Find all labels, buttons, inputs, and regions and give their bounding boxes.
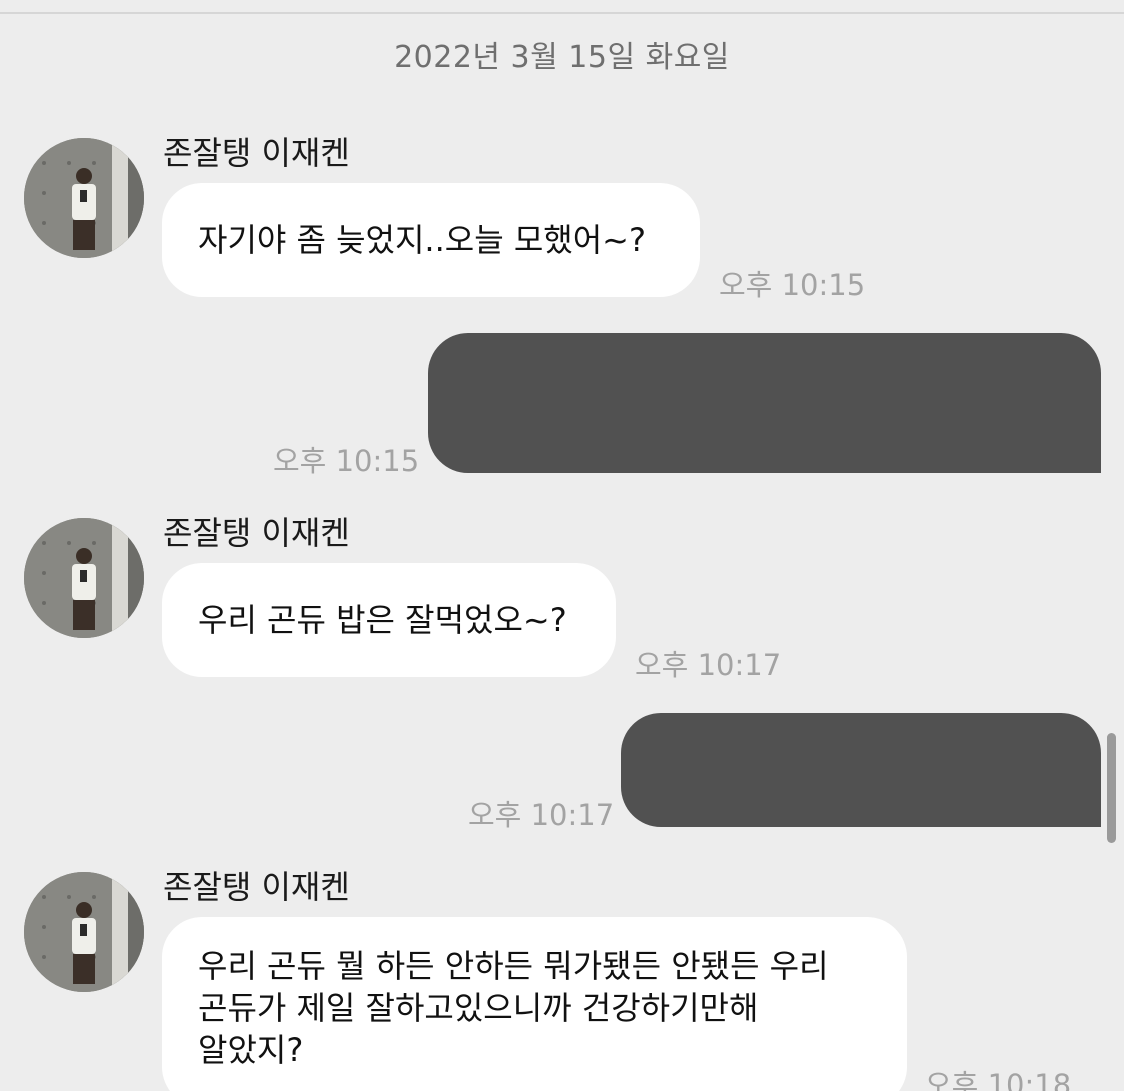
profile-photo-icon [24, 872, 144, 992]
message-bubble-incoming[interactable]: 우리 곤듀 밥은 잘먹었오~? [162, 563, 616, 677]
sender-name: 존잘탱 이재켄 [163, 134, 350, 172]
message-time: 오후 10:17 [468, 798, 615, 832]
scrollbar[interactable] [1107, 733, 1116, 843]
message-bubble-outgoing-redacted[interactable] [428, 333, 1101, 473]
chat-screen: 2022년 3월 15일 화요일 존잘탱 이재켄 자기야 좀 늦었지..오늘 모… [0, 0, 1124, 1091]
avatar[interactable] [24, 518, 144, 638]
sender-name: 존잘탱 이재켄 [163, 514, 350, 552]
message-time: 오후 10:18 [925, 1068, 1072, 1091]
message-text: 우리 곤듀 밥은 잘먹었오~? [198, 601, 567, 639]
message-bubble-incoming[interactable]: 우리 곤듀 뭘 하든 안하든 뭐가됐든 안됐든 우리 곤듀가 제일 잘하고있으니… [162, 917, 907, 1091]
message-time: 오후 10:15 [273, 444, 420, 478]
message-text: 우리 곤듀 뭘 하든 안하든 뭐가됐든 안됐든 우리 곤듀가 제일 잘하고있으니… [198, 947, 829, 1069]
message-time: 오후 10:17 [635, 648, 782, 682]
message-time: 오후 10:15 [719, 268, 866, 302]
profile-photo-icon [24, 138, 144, 258]
date-separator: 2022년 3월 15일 화요일 [394, 40, 730, 75]
sender-name: 존잘탱 이재켄 [163, 868, 350, 906]
profile-photo-icon [24, 518, 144, 638]
avatar[interactable] [24, 138, 144, 258]
message-bubble-incoming[interactable]: 자기야 좀 늦었지..오늘 모했어~? [162, 183, 700, 297]
message-text: 자기야 좀 늦었지..오늘 모했어~? [198, 221, 646, 259]
avatar[interactable] [24, 872, 144, 992]
message-bubble-outgoing-redacted[interactable] [621, 713, 1101, 827]
top-divider [0, 12, 1124, 14]
